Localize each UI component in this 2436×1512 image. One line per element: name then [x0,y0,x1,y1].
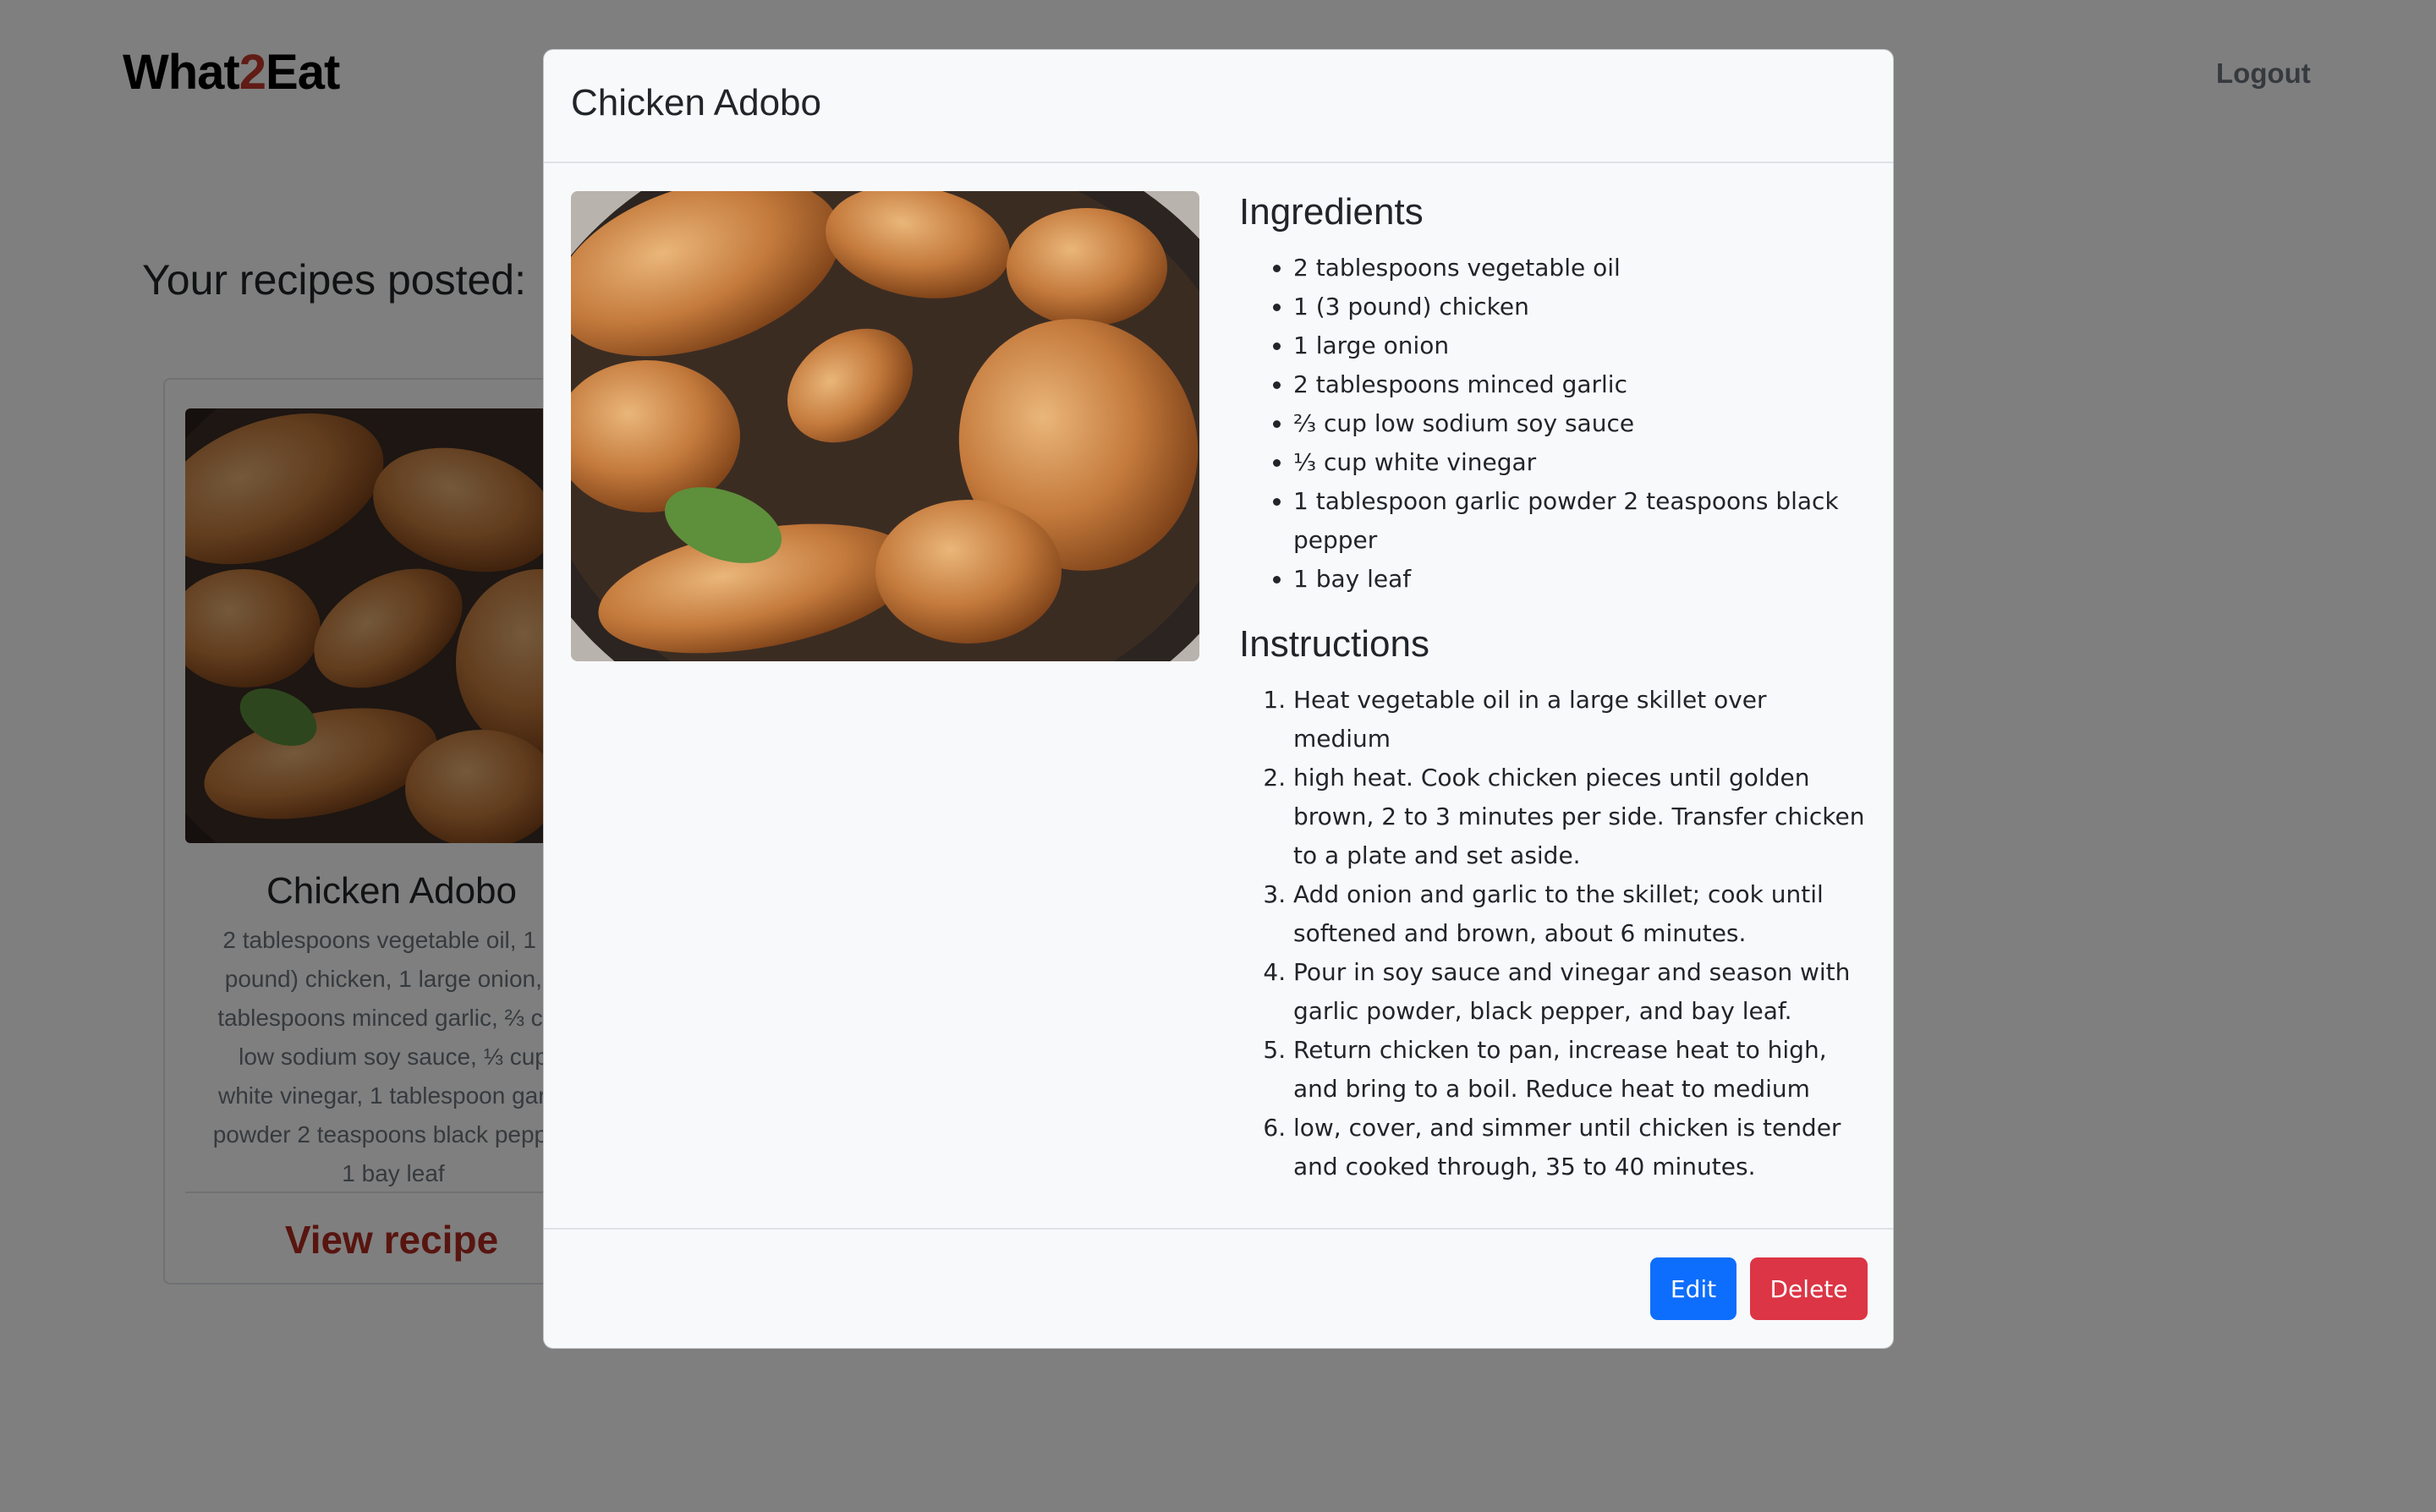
instruction-step: Pour in soy sauce and vinegar and season… [1293,953,1869,1031]
ingredient-item: 2 tablespoons vegetable oil [1293,249,1869,288]
ingredient-item: 1 bay leaf [1293,560,1869,599]
modal-footer: Edit Delete [544,1228,1893,1348]
ingredient-item: 1 (3 pound) chicken [1293,288,1869,326]
instruction-step: high heat. Cook chicken pieces until gol… [1293,759,1869,875]
ingredient-item: 1 tablespoon garlic powder 2 teaspoons b… [1293,482,1869,560]
delete-button[interactable]: Delete [1750,1257,1868,1320]
ingredient-item: ⅓ cup white vinegar [1293,443,1869,482]
modal-title: Chicken Adobo [571,82,821,123]
recipe-image [571,191,1199,661]
instruction-step: Heat vegetable oil in a large skillet ov… [1293,681,1869,759]
recipe-modal: Chicken Adobo Ingredients • 2 tablespoon… [543,49,1894,1349]
ingredient-item: 2 tablespoons minced garlic [1293,365,1869,404]
ingredients-heading: Ingredients [1239,191,1424,233]
modal-header: Chicken Adobo [544,50,1893,163]
instruction-step: Return chicken to pan, increase heat to … [1293,1031,1869,1109]
ingredients-list: 2 tablespoons vegetable oil 1 (3 pound) … [1239,249,1869,599]
instruction-step: low, cover, and simmer until chicken is … [1293,1109,1869,1186]
ingredient-item: 1 large onion [1293,326,1869,365]
edit-button[interactable]: Edit [1650,1257,1736,1320]
instructions-heading: Instructions [1239,622,1429,665]
instruction-step: Add onion and garlic to the skillet; coo… [1293,875,1869,953]
instructions-list: Heat vegetable oil in a large skillet ov… [1239,681,1869,1186]
recipe-details: Ingredients 2 tablespoons vegetable oil … [1239,190,1869,1186]
ingredient-item: ⅔ cup low sodium soy sauce [1293,404,1869,443]
